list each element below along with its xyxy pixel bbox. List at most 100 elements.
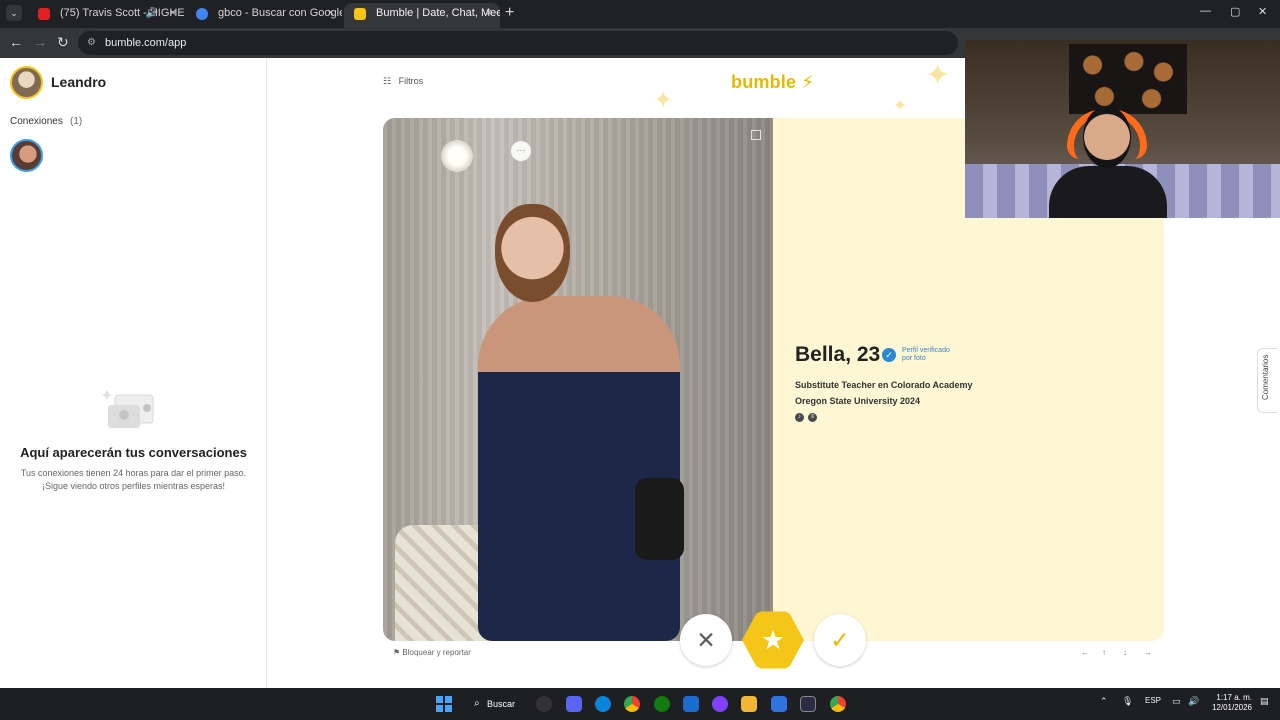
filters-button[interactable]: ☷ Filtros xyxy=(383,76,423,87)
hidden-icons-chevron-icon[interactable]: ⌃ xyxy=(1100,696,1108,707)
up-arrow-key-icon: ↑ xyxy=(1102,648,1106,657)
user-avatar[interactable] xyxy=(10,66,43,99)
chrome-icon[interactable] xyxy=(624,696,640,712)
browser-tab-bar: ⌄ (75) Travis Scott - HIGHEST 🔊 × gbco -… xyxy=(0,0,1280,28)
file-explorer-icon[interactable] xyxy=(741,696,757,712)
notifications-icon[interactable]: ▤ xyxy=(1260,696,1269,707)
block-report-link[interactable]: ⚑ Bloquear y reportar xyxy=(393,648,471,657)
windows-start-icon[interactable] xyxy=(436,696,452,712)
photo-indicator[interactable]: ··· xyxy=(511,141,531,161)
comments-tab[interactable]: Comentarios xyxy=(1257,348,1277,413)
taskbar-clock[interactable]: 1:17 a. m. 12/01/2026 xyxy=(1209,693,1252,713)
google-icon xyxy=(196,8,208,20)
star-icon: ★ xyxy=(760,625,786,655)
reload-icon[interactable]: ↻ xyxy=(57,34,69,51)
conversation-sidebar: Leandro Conexiones (1) Aquí aparecerán t… xyxy=(0,58,267,688)
search-icon: ⌕ xyxy=(474,698,480,709)
connection-avatar[interactable] xyxy=(10,139,43,172)
speaker-icon[interactable]: 🔊 xyxy=(146,3,158,24)
empty-conversations-subtitle: Tus conexiones tienen 24 horas para dar … xyxy=(0,467,267,493)
tab-bumble-title: Bumble | Date, Chat, Meet New xyxy=(376,7,500,19)
close-tab-icon[interactable]: × xyxy=(328,3,334,24)
webcam-overlay xyxy=(965,40,1280,218)
windows-taskbar: ⌕ Buscar ⌃ 🎙 ESP ▭ 🔊 1:17 a. m. 12/01/20… xyxy=(0,688,1280,720)
dislike-button[interactable]: ✕ xyxy=(680,614,732,666)
photos-icon[interactable] xyxy=(683,696,699,712)
network-icon[interactable]: ▭ xyxy=(1172,696,1181,707)
checkmark-icon: ✓ xyxy=(830,627,850,653)
clock-date: 12/01/2026 xyxy=(1211,703,1252,712)
profile-name-age: Bella, 23 xyxy=(795,343,881,366)
streamer-face xyxy=(1083,106,1131,168)
address-text: bumble.com/app xyxy=(105,37,187,49)
sparkle-icon: ✦ xyxy=(653,87,674,114)
block-report-label: Bloquear y reportar xyxy=(402,648,471,657)
wall-poster xyxy=(1069,44,1187,114)
right-arrow-key-icon: → xyxy=(1144,648,1152,657)
taskbar-search[interactable]: ⌕ Buscar xyxy=(471,695,531,713)
empty-conversations-title: Aquí aparecerán tus conversaciones xyxy=(20,445,247,460)
down-arrow-key-icon: ↓ xyxy=(1123,648,1127,657)
tab-youtube[interactable]: (75) Travis Scott - HIGHEST 🔊 × xyxy=(28,3,184,28)
volume-icon[interactable]: 🔊 xyxy=(1188,696,1199,707)
vscode-icon[interactable] xyxy=(771,696,787,712)
discord-icon[interactable] xyxy=(566,696,582,712)
app-icon[interactable] xyxy=(800,696,816,712)
chrome-active-icon[interactable] xyxy=(830,696,846,712)
tab-youtube-title: (75) Travis Scott - HIGHEST xyxy=(60,7,184,19)
window-close-icon[interactable]: ✕ xyxy=(1258,5,1267,18)
person-body xyxy=(478,296,680,641)
taskbar-search-label: Buscar xyxy=(487,699,516,709)
edge-icon[interactable] xyxy=(595,696,611,712)
new-tab-icon[interactable]: + xyxy=(505,4,514,22)
profile-photo[interactable]: ··· xyxy=(383,118,773,641)
bumble-favicon-icon xyxy=(354,8,366,20)
close-tab-icon[interactable]: × xyxy=(486,3,492,24)
copilot-icon[interactable] xyxy=(536,696,552,712)
youtube-icon xyxy=(38,8,50,20)
comments-label: Comentarios xyxy=(1261,354,1270,400)
person-face xyxy=(495,204,570,302)
connections-count: (1) xyxy=(70,116,83,127)
tab-bumble[interactable]: Bumble | Date, Chat, Meet New × xyxy=(344,3,500,28)
lamp xyxy=(441,140,473,172)
music-icon[interactable]: ♪ xyxy=(795,413,804,422)
empty-conversations-icon xyxy=(102,390,154,428)
empty-subtitle-line-1: Tus conexiones tienen 24 horas para dar … xyxy=(20,468,247,478)
sparkle-icon: ✦ xyxy=(893,96,908,115)
left-arrow-key-icon: ← xyxy=(1081,648,1089,657)
handbag xyxy=(635,478,684,560)
keyboard-language[interactable]: ESP xyxy=(1145,696,1161,705)
site-info-icon[interactable]: ⚙ xyxy=(87,31,96,55)
minimize-icon[interactable]: — xyxy=(1200,5,1211,17)
profile-job: Substitute Teacher en Colorado Academy xyxy=(795,380,973,390)
lightning-icon: ⚡ xyxy=(801,72,815,92)
empty-subtitle-line-2: ¡Sigue viendo otros perfiles mientras es… xyxy=(41,481,226,491)
forward-icon[interactable]: → xyxy=(33,34,47,50)
tab-google-title: gbco - Buscar con Google xyxy=(218,7,342,19)
tab-google[interactable]: gbco - Buscar con Google × xyxy=(186,3,342,28)
bumble-logo-text: bumble xyxy=(731,72,797,92)
clock-time: 1:17 a. m. xyxy=(1216,693,1252,702)
verified-icon: ✓ xyxy=(882,348,896,362)
bumble-logo: bumble ⚡ xyxy=(731,72,814,93)
username: Leandro xyxy=(51,74,107,90)
back-icon[interactable]: ← xyxy=(9,34,23,50)
restore-icon[interactable]: ▢ xyxy=(1230,5,1240,18)
tab-search-button[interactable]: ⌄ xyxy=(6,5,22,21)
flag-icon: ⚑ xyxy=(393,648,401,657)
close-icon: ✕ xyxy=(696,627,716,653)
close-tab-icon[interactable]: × xyxy=(170,3,176,24)
spotify-icon[interactable]: ≡ xyxy=(808,413,817,422)
microphone-icon[interactable]: 🎙 xyxy=(1122,696,1133,707)
address-bar[interactable]: ⚙ bumble.com/app xyxy=(78,31,958,55)
filters-icon: ☷ xyxy=(383,76,392,86)
xbox-icon[interactable] xyxy=(654,696,670,712)
like-button[interactable]: ✓ xyxy=(814,614,866,666)
streamer-body xyxy=(1049,166,1167,218)
profile-school: Oregon State University 2024 xyxy=(795,396,921,406)
sparkle-icon: ✦ xyxy=(925,59,951,92)
copilot-app-icon[interactable] xyxy=(712,696,728,712)
verified-label: Perfil verificado por foto xyxy=(902,347,950,362)
expand-photo-icon[interactable] xyxy=(751,130,761,140)
